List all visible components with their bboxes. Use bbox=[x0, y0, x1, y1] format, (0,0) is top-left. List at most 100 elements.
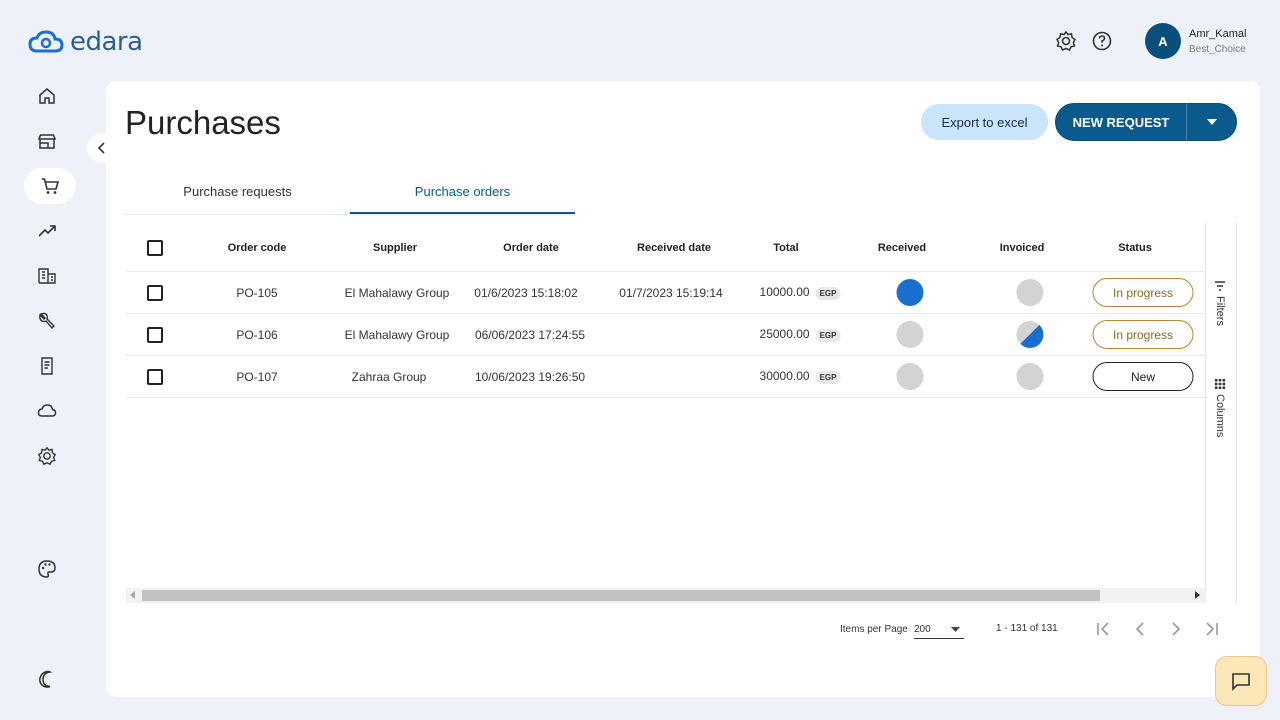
received-status-indicator bbox=[896, 363, 924, 390]
sidebar-item-purchases[interactable] bbox=[24, 168, 76, 204]
total-cell: 10000.00 EGP bbox=[759, 285, 841, 300]
chevron-right-icon bbox=[1172, 622, 1181, 636]
collapse-sidebar-button[interactable] bbox=[87, 133, 117, 163]
settings-gear-icon[interactable] bbox=[1055, 30, 1077, 52]
help-icon[interactable] bbox=[1091, 30, 1113, 52]
row-checkbox[interactable] bbox=[147, 284, 163, 301]
header-status[interactable]: Status bbox=[1118, 242, 1152, 254]
header-supplier[interactable]: Supplier bbox=[373, 242, 417, 254]
received-status-indicator bbox=[896, 279, 924, 306]
home-icon bbox=[39, 88, 55, 104]
chat-icon bbox=[1232, 673, 1250, 691]
pagination-range: 1 - 131 of 131 bbox=[996, 623, 1058, 634]
items-per-page-select[interactable]: 200 bbox=[914, 620, 964, 639]
cloud-logo-icon bbox=[28, 30, 64, 53]
currency-badge: EGP bbox=[815, 286, 841, 300]
order-date-cell: 01/6/2023 15:18:02 bbox=[474, 285, 578, 300]
next-page-button[interactable] bbox=[1166, 619, 1186, 639]
tab-purchase-requests[interactable]: Purchase requests bbox=[125, 172, 350, 214]
invoiced-status-indicator bbox=[1016, 363, 1044, 390]
purchase-orders-table: Order code Supplier Order date Received … bbox=[126, 224, 1206, 398]
caret-down-icon bbox=[951, 626, 960, 632]
palette-icon bbox=[38, 560, 56, 578]
first-page-button[interactable] bbox=[1094, 619, 1114, 639]
currency-badge: EGP bbox=[815, 328, 841, 342]
cloud-icon bbox=[37, 404, 57, 417]
last-page-button[interactable] bbox=[1201, 619, 1221, 639]
building-icon bbox=[38, 268, 56, 284]
new-request-button[interactable]: NEW REQUEST bbox=[1056, 115, 1186, 130]
total-amount: 25000.00 bbox=[759, 327, 810, 342]
filter-icon bbox=[1215, 281, 1225, 291]
scroll-left-arrow[interactable] bbox=[130, 591, 135, 599]
supplier-cell: Zahraa Group bbox=[351, 369, 427, 384]
table-row[interactable]: PO-107 Zahraa Group 10/06/2023 19:26:50 … bbox=[126, 356, 1206, 398]
sidebar-item-accounting[interactable] bbox=[24, 348, 70, 384]
header-invoiced[interactable]: Invoiced bbox=[1000, 242, 1045, 254]
sidebar-item-tools[interactable] bbox=[24, 303, 70, 339]
header-total[interactable]: Total bbox=[773, 242, 798, 254]
chevron-left-icon bbox=[97, 142, 105, 154]
total-cell: 30000.00 EGP bbox=[759, 369, 841, 384]
horizontal-scrollbar[interactable] bbox=[126, 588, 1206, 603]
gear-icon bbox=[37, 446, 57, 466]
user-company: Best_Choice bbox=[1189, 43, 1246, 55]
sidebar-item-home[interactable] bbox=[24, 78, 70, 114]
status-badge: In progress bbox=[1092, 278, 1194, 307]
previous-page-button[interactable] bbox=[1130, 619, 1150, 639]
scrollbar-thumb[interactable] bbox=[142, 590, 1100, 601]
export-to-excel-button[interactable]: Export to excel bbox=[921, 104, 1048, 140]
order-code-cell: PO-105 bbox=[236, 285, 278, 300]
currency-badge: EGP bbox=[815, 370, 841, 384]
order-date-cell: 10/06/2023 19:26:50 bbox=[474, 369, 586, 384]
sidebar-item-cloud[interactable] bbox=[24, 393, 70, 429]
sidebar-item-warehouse[interactable] bbox=[24, 258, 70, 294]
avatar: A bbox=[1145, 23, 1181, 59]
dark-mode-toggle[interactable] bbox=[24, 661, 70, 697]
filters-panel-toggle[interactable]: Filters bbox=[1214, 280, 1226, 326]
logo-text: edara bbox=[70, 27, 143, 57]
scroll-right-arrow[interactable] bbox=[1195, 591, 1200, 599]
wrench-icon bbox=[39, 312, 55, 330]
total-amount: 30000.00 bbox=[759, 369, 810, 384]
header-order-date[interactable]: Order date bbox=[503, 242, 559, 254]
row-checkbox[interactable] bbox=[147, 326, 163, 343]
total-cell: 25000.00 EGP bbox=[759, 327, 841, 342]
last-page-icon bbox=[1206, 622, 1218, 636]
header-received-date[interactable]: Received date bbox=[637, 242, 711, 254]
user-menu[interactable]: A Amr_Kamal Best_Choice bbox=[1145, 23, 1246, 59]
sidebar-item-sales[interactable] bbox=[24, 213, 70, 249]
chat-support-button[interactable] bbox=[1215, 656, 1267, 706]
header-received[interactable]: Received bbox=[878, 242, 926, 254]
table-header-row: Order code Supplier Order date Received … bbox=[126, 224, 1206, 272]
columns-grid-icon bbox=[1215, 379, 1225, 389]
page-title: Purchases bbox=[125, 104, 281, 141]
table-row[interactable]: PO-105 El Mahalawy Group 01/6/2023 15:18… bbox=[126, 272, 1206, 314]
first-page-icon bbox=[1097, 622, 1109, 636]
invoiced-status-indicator bbox=[1016, 279, 1044, 306]
sidebar-item-store[interactable] bbox=[24, 123, 70, 159]
order-code-cell: PO-107 bbox=[236, 369, 278, 384]
new-request-dropdown-button[interactable] bbox=[1187, 119, 1236, 125]
app-logo[interactable]: edara bbox=[28, 27, 143, 57]
order-code-cell: PO-106 bbox=[236, 327, 278, 342]
received-date-cell: 01/7/2023 15:19:14 bbox=[619, 285, 723, 300]
shopping-cart-icon bbox=[42, 178, 60, 194]
row-checkbox[interactable] bbox=[147, 368, 163, 385]
columns-panel-toggle[interactable]: Columns bbox=[1214, 378, 1226, 437]
moon-icon bbox=[39, 670, 53, 688]
select-all-checkbox[interactable] bbox=[147, 239, 163, 256]
tab-purchase-orders[interactable]: Purchase orders bbox=[350, 172, 575, 214]
user-name: Amr_Kamal bbox=[1189, 27, 1247, 40]
tabs: Purchase requests Purchase orders bbox=[125, 172, 575, 215]
table-row[interactable]: PO-106 El Mahalawy Group 06/06/2023 17:2… bbox=[126, 314, 1206, 356]
header-order-code[interactable]: Order code bbox=[228, 242, 287, 254]
theme-palette-button[interactable] bbox=[24, 551, 70, 587]
new-request-split-button: NEW REQUEST bbox=[1055, 103, 1237, 141]
sidebar-item-settings[interactable] bbox=[24, 438, 70, 474]
trending-up-icon bbox=[38, 225, 56, 237]
received-status-indicator bbox=[896, 321, 924, 348]
items-per-page-value: 200 bbox=[914, 623, 931, 635]
columns-label: Columns bbox=[1214, 394, 1226, 438]
total-amount: 10000.00 bbox=[759, 285, 810, 300]
